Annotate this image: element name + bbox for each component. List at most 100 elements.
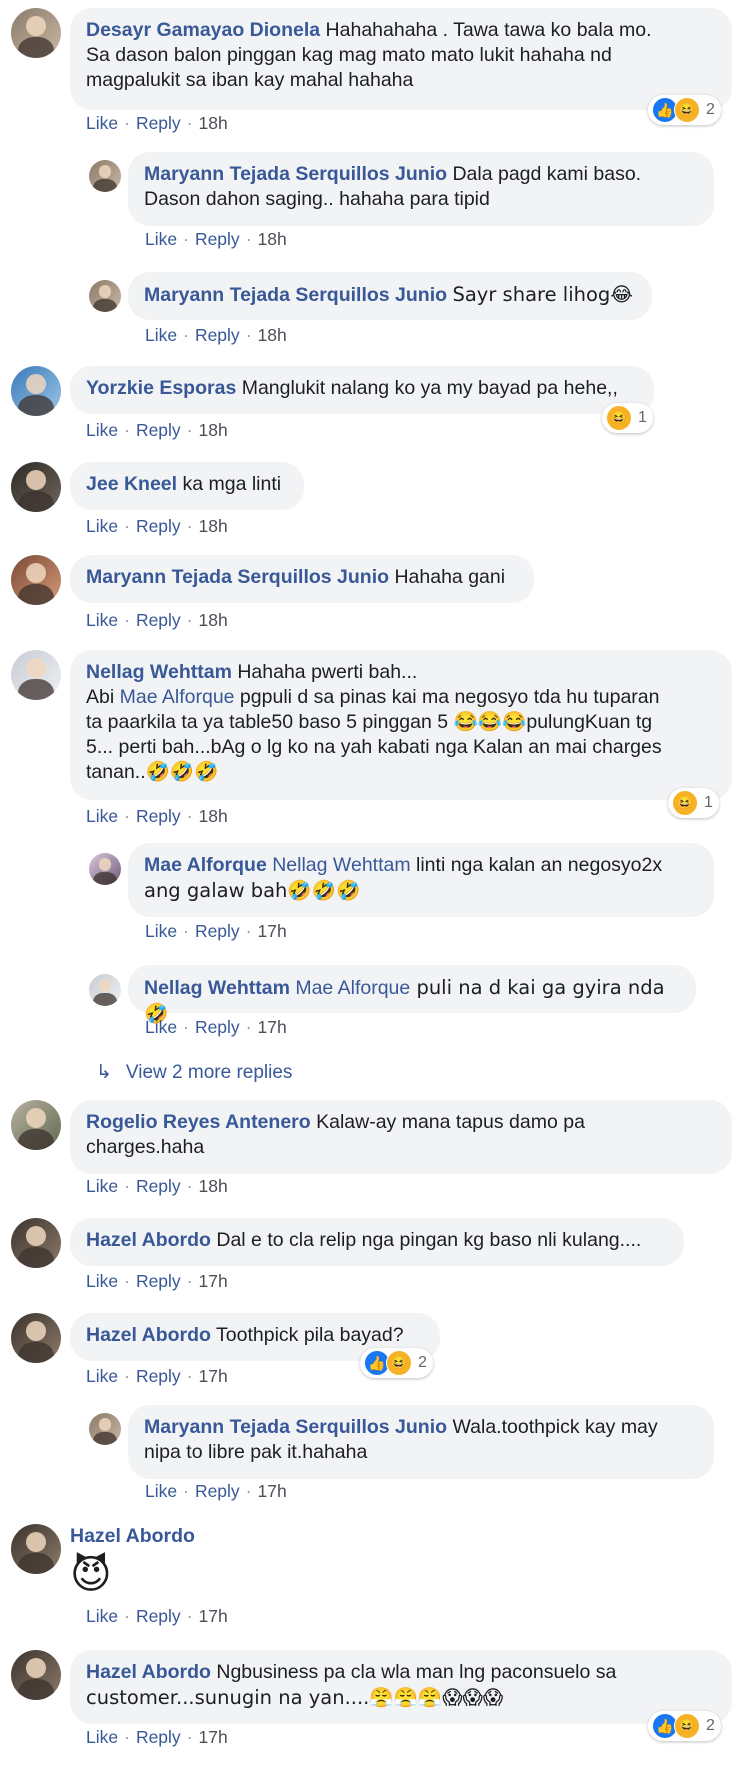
comment-text: pgpuli d sa pinas kai ma negosyo tda hu … xyxy=(234,686,660,708)
comment-text: tanan..🤣🤣🤣 xyxy=(86,761,219,783)
reply-link[interactable]: Reply xyxy=(136,1176,181,1196)
like-link[interactable]: Like xyxy=(86,1366,118,1386)
like-link[interactable]: Like xyxy=(86,516,118,536)
mention-link[interactable]: Mae Alforque xyxy=(120,686,235,708)
reply-link[interactable]: Reply xyxy=(136,516,181,536)
reply-arrow-icon: ↳ xyxy=(96,1062,112,1083)
timestamp[interactable]: 17h xyxy=(258,921,287,941)
like-link[interactable]: Like xyxy=(86,1606,118,1626)
comment-bubble: Maryann Tejada Serquillos Junio Sayr sha… xyxy=(128,272,652,320)
timestamp[interactable]: 17h xyxy=(258,1481,287,1501)
timestamp[interactable]: 17h xyxy=(199,1606,228,1626)
avatar[interactable] xyxy=(11,1100,61,1150)
comment-author[interactable]: Maryann Tejada Serquillos Junio xyxy=(144,284,447,306)
timestamp[interactable]: 18h xyxy=(199,1176,228,1196)
avatar[interactable] xyxy=(11,366,61,416)
reply-link[interactable]: Reply xyxy=(136,1366,181,1386)
reaction-count: 2 xyxy=(706,101,715,118)
avatar[interactable] xyxy=(11,1218,61,1268)
timestamp[interactable]: 17h xyxy=(199,1366,228,1386)
reply-link[interactable]: Reply xyxy=(136,1606,181,1626)
reply-link[interactable]: Reply xyxy=(136,1727,181,1747)
comment-author[interactable]: Desayr Gamayao Dionela xyxy=(86,19,320,41)
timestamp[interactable]: 17h xyxy=(199,1727,228,1747)
comment-author[interactable]: Maryann Tejada Serquillos Junio xyxy=(144,163,447,185)
comment-text: ka mga linti xyxy=(182,473,282,495)
avatar[interactable] xyxy=(11,1313,61,1363)
comment-author[interactable]: Mae Alforque xyxy=(144,854,267,876)
haha-icon: 😆 xyxy=(386,1350,412,1376)
comment-author[interactable]: Rogelio Reyes Antenero xyxy=(86,1111,311,1133)
timestamp[interactable]: 18h xyxy=(199,610,228,630)
view-more-label[interactable]: View 2 more replies xyxy=(126,1062,293,1083)
comment-actions: Like · Reply · 18h xyxy=(86,113,228,133)
timestamp[interactable]: 17h xyxy=(199,1271,228,1291)
like-link[interactable]: Like xyxy=(86,420,118,440)
reply-link[interactable]: Reply xyxy=(136,610,181,630)
timestamp[interactable]: 18h xyxy=(199,516,228,536)
like-link[interactable]: Like xyxy=(145,1481,177,1501)
reaction-summary[interactable]: 😆 1 xyxy=(668,788,719,818)
comment-text: Dason dahon saging.. hahaha para tipid xyxy=(144,188,490,210)
avatar[interactable] xyxy=(89,853,121,885)
comment-author[interactable]: Hazel Abordo xyxy=(70,1524,195,1549)
reply-link[interactable]: Reply xyxy=(136,113,181,133)
like-link[interactable]: Like xyxy=(86,1176,118,1196)
avatar[interactable] xyxy=(89,974,121,1006)
avatar[interactable] xyxy=(89,160,121,192)
like-link[interactable]: Like xyxy=(86,806,118,826)
reply-link[interactable]: Reply xyxy=(136,806,181,826)
comment-author[interactable]: Hazel Abordo xyxy=(86,1229,211,1251)
avatar[interactable] xyxy=(89,1413,121,1445)
reply-link[interactable]: Reply xyxy=(195,1481,240,1501)
reply-link[interactable]: Reply xyxy=(195,325,240,345)
comment-author[interactable]: Nellag Wehttam xyxy=(86,661,232,683)
avatar[interactable] xyxy=(11,1650,61,1700)
comment-author[interactable]: Nellag Wehttam xyxy=(144,977,290,999)
reply-link[interactable]: Reply xyxy=(195,229,240,249)
like-link[interactable]: Like xyxy=(86,1271,118,1291)
comment-author[interactable]: Hazel Abordo xyxy=(86,1661,211,1683)
comment-author[interactable]: Maryann Tejada Serquillos Junio xyxy=(86,566,389,588)
like-link[interactable]: Like xyxy=(145,229,177,249)
reply-link[interactable]: Reply xyxy=(136,1271,181,1291)
comment-author[interactable]: Jee Kneel xyxy=(86,473,177,495)
timestamp[interactable]: 18h xyxy=(258,325,287,345)
reply-link[interactable]: Reply xyxy=(136,420,181,440)
comment-author[interactable]: Hazel Abordo xyxy=(86,1324,211,1346)
reaction-summary[interactable]: 👍 😆 2 xyxy=(648,1711,721,1741)
avatar[interactable] xyxy=(11,462,61,512)
like-link[interactable]: Like xyxy=(145,921,177,941)
mention-link[interactable]: Mae Alforque xyxy=(295,977,410,999)
avatar[interactable] xyxy=(11,8,61,58)
timestamp[interactable]: 18h xyxy=(199,113,228,133)
like-link[interactable]: Like xyxy=(145,325,177,345)
comment-text: Wala.toothpick kay may xyxy=(452,1416,658,1438)
reaction-summary[interactable]: 👍 😆 2 xyxy=(648,95,721,125)
like-link[interactable]: Like xyxy=(86,610,118,630)
timestamp[interactable]: 18h xyxy=(199,420,228,440)
like-link[interactable]: Like xyxy=(86,113,118,133)
avatar[interactable] xyxy=(11,1524,61,1574)
comment-author[interactable]: Yorzkie Esporas xyxy=(86,377,236,399)
comment-bubble: Nellag Wehttam Hahaha pwerti bah... Abi … xyxy=(70,650,732,800)
timestamp[interactable]: 17h xyxy=(258,1017,287,1037)
reaction-summary[interactable]: 👍 😆 2 xyxy=(360,1348,433,1378)
like-link[interactable]: Like xyxy=(145,1017,177,1037)
comment-text: customer...sunugin na yan....😤😤😤😱😱😱 xyxy=(86,1686,504,1709)
avatar[interactable] xyxy=(11,650,61,700)
timestamp[interactable]: 18h xyxy=(258,229,287,249)
avatar[interactable] xyxy=(89,280,121,312)
reaction-summary[interactable]: 😆 1 xyxy=(602,403,653,433)
comment-actions: Like · Reply · 18h xyxy=(86,420,228,440)
comment-actions: Like · Reply · 18h xyxy=(86,516,228,536)
comment-text: nipa to libre pak it.hahaha xyxy=(144,1441,368,1463)
reply-link[interactable]: Reply xyxy=(195,921,240,941)
avatar[interactable] xyxy=(11,555,61,605)
reply-link[interactable]: Reply xyxy=(195,1017,240,1037)
timestamp[interactable]: 18h xyxy=(199,806,228,826)
view-more-replies[interactable]: ↳ View 2 more replies xyxy=(96,1061,292,1084)
like-link[interactable]: Like xyxy=(86,1727,118,1747)
mention-link[interactable]: Nellag Wehttam xyxy=(272,854,410,876)
comment-author[interactable]: Maryann Tejada Serquillos Junio xyxy=(144,1416,447,1438)
